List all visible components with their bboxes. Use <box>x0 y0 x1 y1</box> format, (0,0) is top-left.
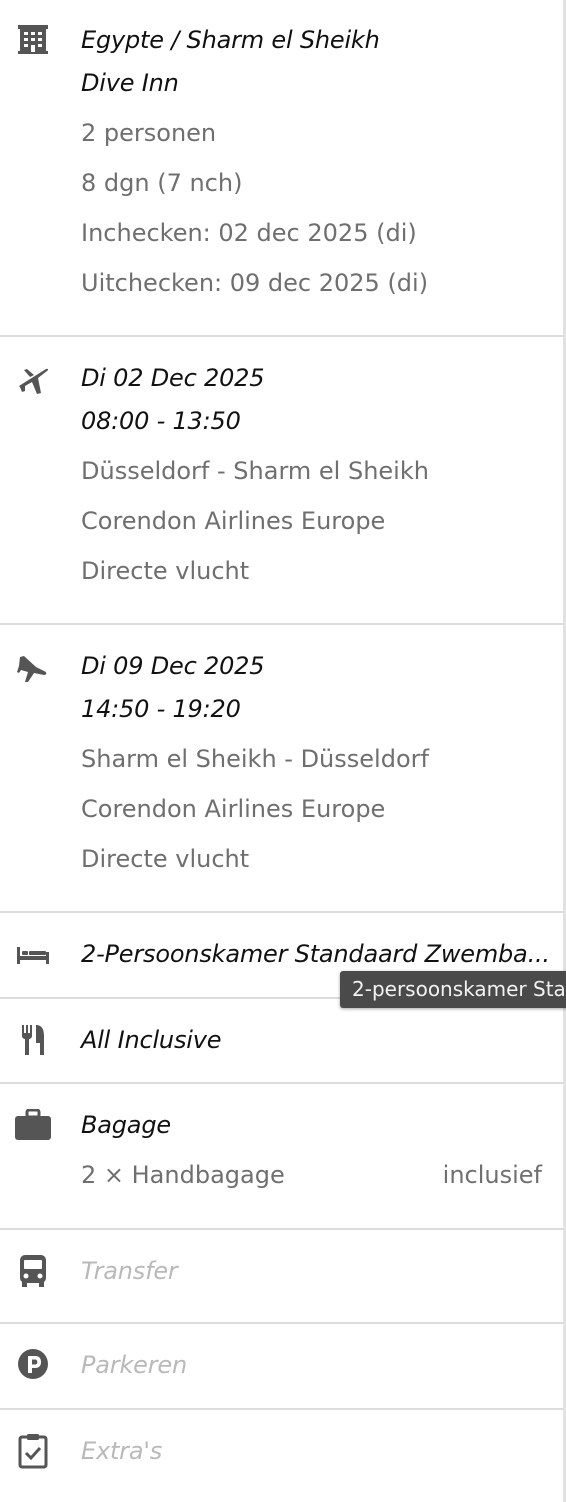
checkout-date: Uitchecken: 09 dec 2025 (di) <box>81 269 429 297</box>
baggage-price: inclusief <box>442 1161 542 1189</box>
outbound-route: Düsseldorf - Sharm el Sheikh <box>81 457 429 485</box>
baggage-title: Bagage <box>81 1111 171 1139</box>
destination-title: Egypte / Sharm el Sheikh <box>81 26 380 54</box>
return-time: 14:50 - 19:20 <box>81 695 241 723</box>
outbound-flight-section: Di 02 Dec 2025 08:00 - 13:50 Düsseldorf … <box>0 337 563 625</box>
clipboard-check-icon <box>14 1432 52 1470</box>
accommodation-section: Egypte / Sharm el Sheikh Dive Inn 2 pers… <box>0 0 563 337</box>
baggage-section: Bagage 2 × Handbagage inclusief <box>0 1084 563 1230</box>
parking-icon <box>14 1345 52 1383</box>
extras-section[interactable]: Extra's <box>0 1410 563 1502</box>
hotel-name: Dive Inn <box>81 69 179 97</box>
checkin-date: Inchecken: 02 dec 2025 (di) <box>81 219 417 247</box>
board-section: All Inclusive <box>0 999 563 1084</box>
return-airline: Corendon Airlines Europe <box>81 795 386 823</box>
return-flight-section: Di 09 Dec 2025 14:50 - 19:20 Sharm el Sh… <box>0 625 563 913</box>
outbound-time: 08:00 - 13:50 <box>81 407 241 435</box>
persons-count: 2 personen <box>81 119 217 147</box>
bed-icon <box>14 936 52 974</box>
building-icon <box>14 20 52 58</box>
baggage-row: 2 × Handbagage inclusief <box>81 1150 543 1200</box>
suitcase-icon <box>14 1106 52 1144</box>
return-flight-type: Directe vlucht <box>81 845 250 873</box>
room-type-tooltip: 2-persoonskamer Standaard Zwembad <box>340 971 566 1008</box>
return-route: Sharm el Sheikh - Düsseldorf <box>81 745 429 773</box>
stay-duration: 8 dgn (7 nch) <box>81 169 243 197</box>
utensils-icon <box>14 1021 52 1059</box>
outbound-flight-type: Directe vlucht <box>81 557 250 585</box>
parking-label[interactable]: Parkeren <box>81 1344 543 1387</box>
room-type[interactable]: 2-Persoonskamer Standaard Zwemba... <box>81 933 550 976</box>
extras-label[interactable]: Extra's <box>81 1430 543 1473</box>
baggage-item: 2 × Handbagage <box>81 1161 285 1189</box>
board-type: All Inclusive <box>81 1026 222 1054</box>
bus-icon <box>14 1252 52 1290</box>
plane-arrival-icon <box>14 650 52 688</box>
outbound-airline: Corendon Airlines Europe <box>81 507 386 535</box>
plane-departure-icon <box>14 361 52 399</box>
booking-summary-panel: Egypte / Sharm el Sheikh Dive Inn 2 pers… <box>0 0 566 1502</box>
transfer-label[interactable]: Transfer <box>81 1250 543 1293</box>
transfer-section[interactable]: Transfer <box>0 1230 563 1324</box>
return-date: Di 09 Dec 2025 <box>81 652 265 680</box>
outbound-date: Di 02 Dec 2025 <box>81 364 265 392</box>
parking-section[interactable]: Parkeren <box>0 1324 563 1410</box>
